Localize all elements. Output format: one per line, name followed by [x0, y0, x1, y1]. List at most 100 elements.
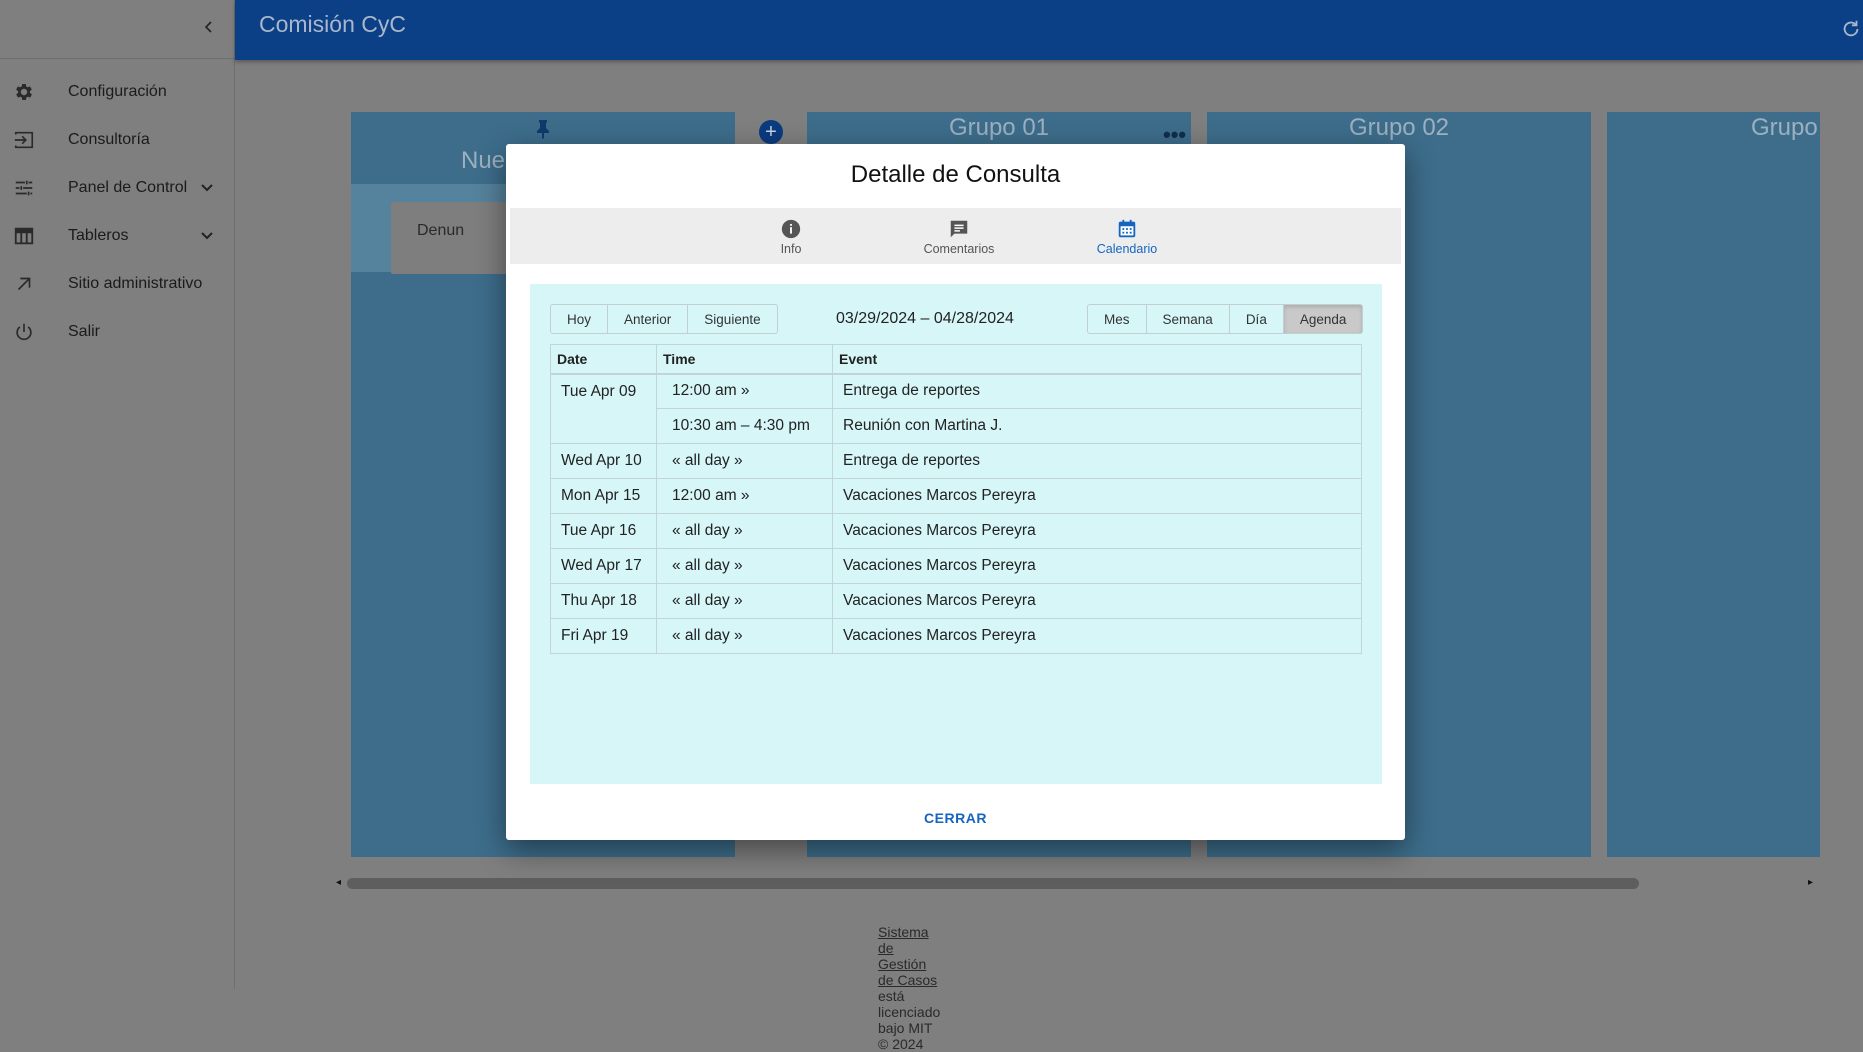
dialog-title: Detalle de Consulta [850, 161, 1061, 188]
calendar-nav-buttons: Hoy Anterior Siguiente [550, 304, 778, 334]
sidebar-item-label: Configuración [68, 83, 167, 100]
agenda-time: « all day » [656, 443, 833, 479]
collapse-sidebar-button[interactable] [196, 14, 222, 40]
agenda-time: « all day » [656, 513, 833, 549]
sidebar: Configuración Consultoría Panel de Contr… [0, 0, 235, 989]
arrow-up-right-icon [12, 272, 36, 296]
view-week-button[interactable]: Semana [1146, 304, 1230, 334]
view-month-button[interactable]: Mes [1087, 304, 1147, 334]
view-day-button[interactable]: Día [1229, 304, 1284, 334]
agenda-row[interactable]: Mon Apr 15 12:00 am » Vacaciones Marcos … [550, 478, 1362, 514]
sidebar-item-tableros[interactable]: Tableros [0, 212, 235, 260]
chevron-down-icon [198, 179, 216, 197]
agenda-event[interactable]: Entrega de reportes [832, 443, 1362, 479]
gear-icon [12, 80, 36, 104]
sidebar-item-label: Panel de Control [68, 179, 188, 196]
agenda-table: Date Time Event Tue Apr 09 12:00 am » En… [550, 344, 1362, 654]
calendar-view-buttons: Mes Semana Día Agenda [1087, 304, 1364, 334]
tab-label: Calendario [1096, 242, 1158, 256]
agenda-date: Mon Apr 15 [550, 478, 657, 514]
agenda-row[interactable]: Wed Apr 10 « all day » Entrega de report… [550, 443, 1362, 479]
pin-icon[interactable] [535, 119, 551, 139]
agenda-date: Fri Apr 19 [550, 618, 657, 654]
agenda-row[interactable]: Tue Apr 09 12:00 am » Entrega de reporte… [550, 373, 1362, 444]
chevron-left-icon [204, 21, 212, 33]
chevron-down-icon [198, 227, 216, 245]
column-title: Grupo [1751, 114, 1818, 141]
agenda-event[interactable]: Vacaciones Marcos Pereyra [832, 618, 1362, 654]
horizontal-scrollbar[interactable] [347, 878, 1639, 889]
sidebar-item-label: Tableros [68, 227, 129, 244]
sidebar-divider [0, 58, 235, 59]
tab-label: Comentarios [923, 242, 995, 256]
card-title: Denun [417, 222, 465, 239]
power-icon [12, 320, 36, 344]
agenda-date: Wed Apr 10 [550, 443, 657, 479]
column-header-time: Time [656, 344, 833, 375]
column-header-event: Event [832, 344, 1362, 375]
table-icon [12, 224, 36, 248]
sidebar-item-label: Consultoría [68, 131, 150, 148]
sidebar-item-consultoria[interactable]: Consultoría [0, 116, 235, 164]
today-button[interactable]: Hoy [550, 304, 609, 334]
comment-icon [950, 220, 968, 238]
agenda-row[interactable]: Fri Apr 19 « all day » Vacaciones Marcos… [550, 618, 1362, 654]
column-title: Grupo 02 [1348, 114, 1450, 141]
agenda-header-row: Date Time Event [550, 344, 1362, 375]
consulta-detail-dialog: Detalle de Consulta Info Comentarios Cal… [506, 144, 1405, 840]
scroll-right-arrow-icon[interactable]: ▸ [1808, 877, 1813, 888]
agenda-event[interactable]: Vacaciones Marcos Pereyra [832, 513, 1362, 549]
view-agenda-button[interactable]: Agenda [1283, 304, 1364, 334]
agenda-time: « all day » [656, 548, 833, 584]
next-button[interactable]: Siguiente [688, 304, 778, 334]
close-button[interactable]: CERRAR [506, 810, 1405, 826]
sidebar-item-sitio-administrativo[interactable]: Sitio administrativo [0, 260, 235, 308]
agenda-date: Thu Apr 18 [550, 583, 657, 619]
agenda-date: Tue Apr 09 [550, 373, 657, 444]
agenda-time: « all day » [656, 583, 833, 619]
footer-text: está licenciado bajo MIT © 2024 [878, 988, 941, 1052]
app-title: Comisión CyC [259, 11, 406, 37]
scroll-left-arrow-icon[interactable]: ◂ [336, 877, 341, 888]
previous-button[interactable]: Anterior [608, 304, 689, 334]
sidebar-item-configuracion[interactable]: Configuración [0, 68, 235, 116]
dialog-tabs: Info Comentarios Calendario [510, 208, 1401, 264]
sidebar-item-panel-de-control[interactable]: Panel de Control [0, 164, 235, 212]
agenda-event[interactable]: Entrega de reportes [832, 373, 1362, 409]
column-title: Grupo 01 [948, 114, 1050, 141]
tab-calendario[interactable]: Calendario [1067, 214, 1187, 256]
login-icon [12, 128, 36, 152]
sidebar-item-label: Salir [68, 323, 101, 340]
sidebar-nav: Configuración Consultoría Panel de Contr… [0, 68, 235, 356]
agenda-date: Wed Apr 17 [550, 548, 657, 584]
footer: Sistema de Gestión de Casos está licenci… [878, 924, 940, 1052]
agenda-event[interactable]: Vacaciones Marcos Pereyra [832, 548, 1362, 584]
board-column: Grupo [1607, 112, 1820, 857]
refresh-icon[interactable] [1840, 18, 1862, 40]
date-range-label: 03/29/2024 – 04/28/2024 [836, 310, 1014, 327]
agenda-event[interactable]: Reunión con Martina J. [832, 408, 1362, 444]
add-column-button[interactable]: + [759, 120, 783, 144]
agenda-event[interactable]: Vacaciones Marcos Pereyra [832, 478, 1362, 514]
tab-comentarios[interactable]: Comentarios [899, 214, 1019, 256]
column-header-date: Date [550, 344, 657, 375]
agenda-row[interactable]: Wed Apr 17 « all day » Vacaciones Marcos… [550, 548, 1362, 584]
agenda-date: Tue Apr 16 [550, 513, 657, 549]
agenda-time: « all day » [656, 618, 833, 654]
info-icon [781, 219, 801, 239]
calendar-icon [1118, 219, 1136, 238]
tab-info[interactable]: Info [731, 214, 851, 256]
sidebar-item-salir[interactable]: Salir [0, 308, 235, 356]
tune-icon [12, 176, 36, 200]
sidebar-item-label: Sitio administrativo [68, 275, 203, 292]
agenda-row[interactable]: Thu Apr 18 « all day » Vacaciones Marcos… [550, 583, 1362, 619]
footer-link[interactable]: Sistema de Gestión de Casos [878, 924, 937, 988]
agenda-time: 10:30 am – 4:30 pm [656, 408, 833, 444]
agenda-event[interactable]: Vacaciones Marcos Pereyra [832, 583, 1362, 619]
tab-label: Info [780, 242, 802, 256]
agenda-time: 12:00 am » [656, 478, 833, 514]
agenda-time: 12:00 am » [656, 373, 833, 409]
app-bar: Comisión CyC [235, 0, 1863, 60]
agenda-row[interactable]: Tue Apr 16 « all day » Vacaciones Marcos… [550, 513, 1362, 549]
agenda-row[interactable]: 10:30 am – 4:30 pm Reunión con Martina J… [551, 408, 1362, 444]
